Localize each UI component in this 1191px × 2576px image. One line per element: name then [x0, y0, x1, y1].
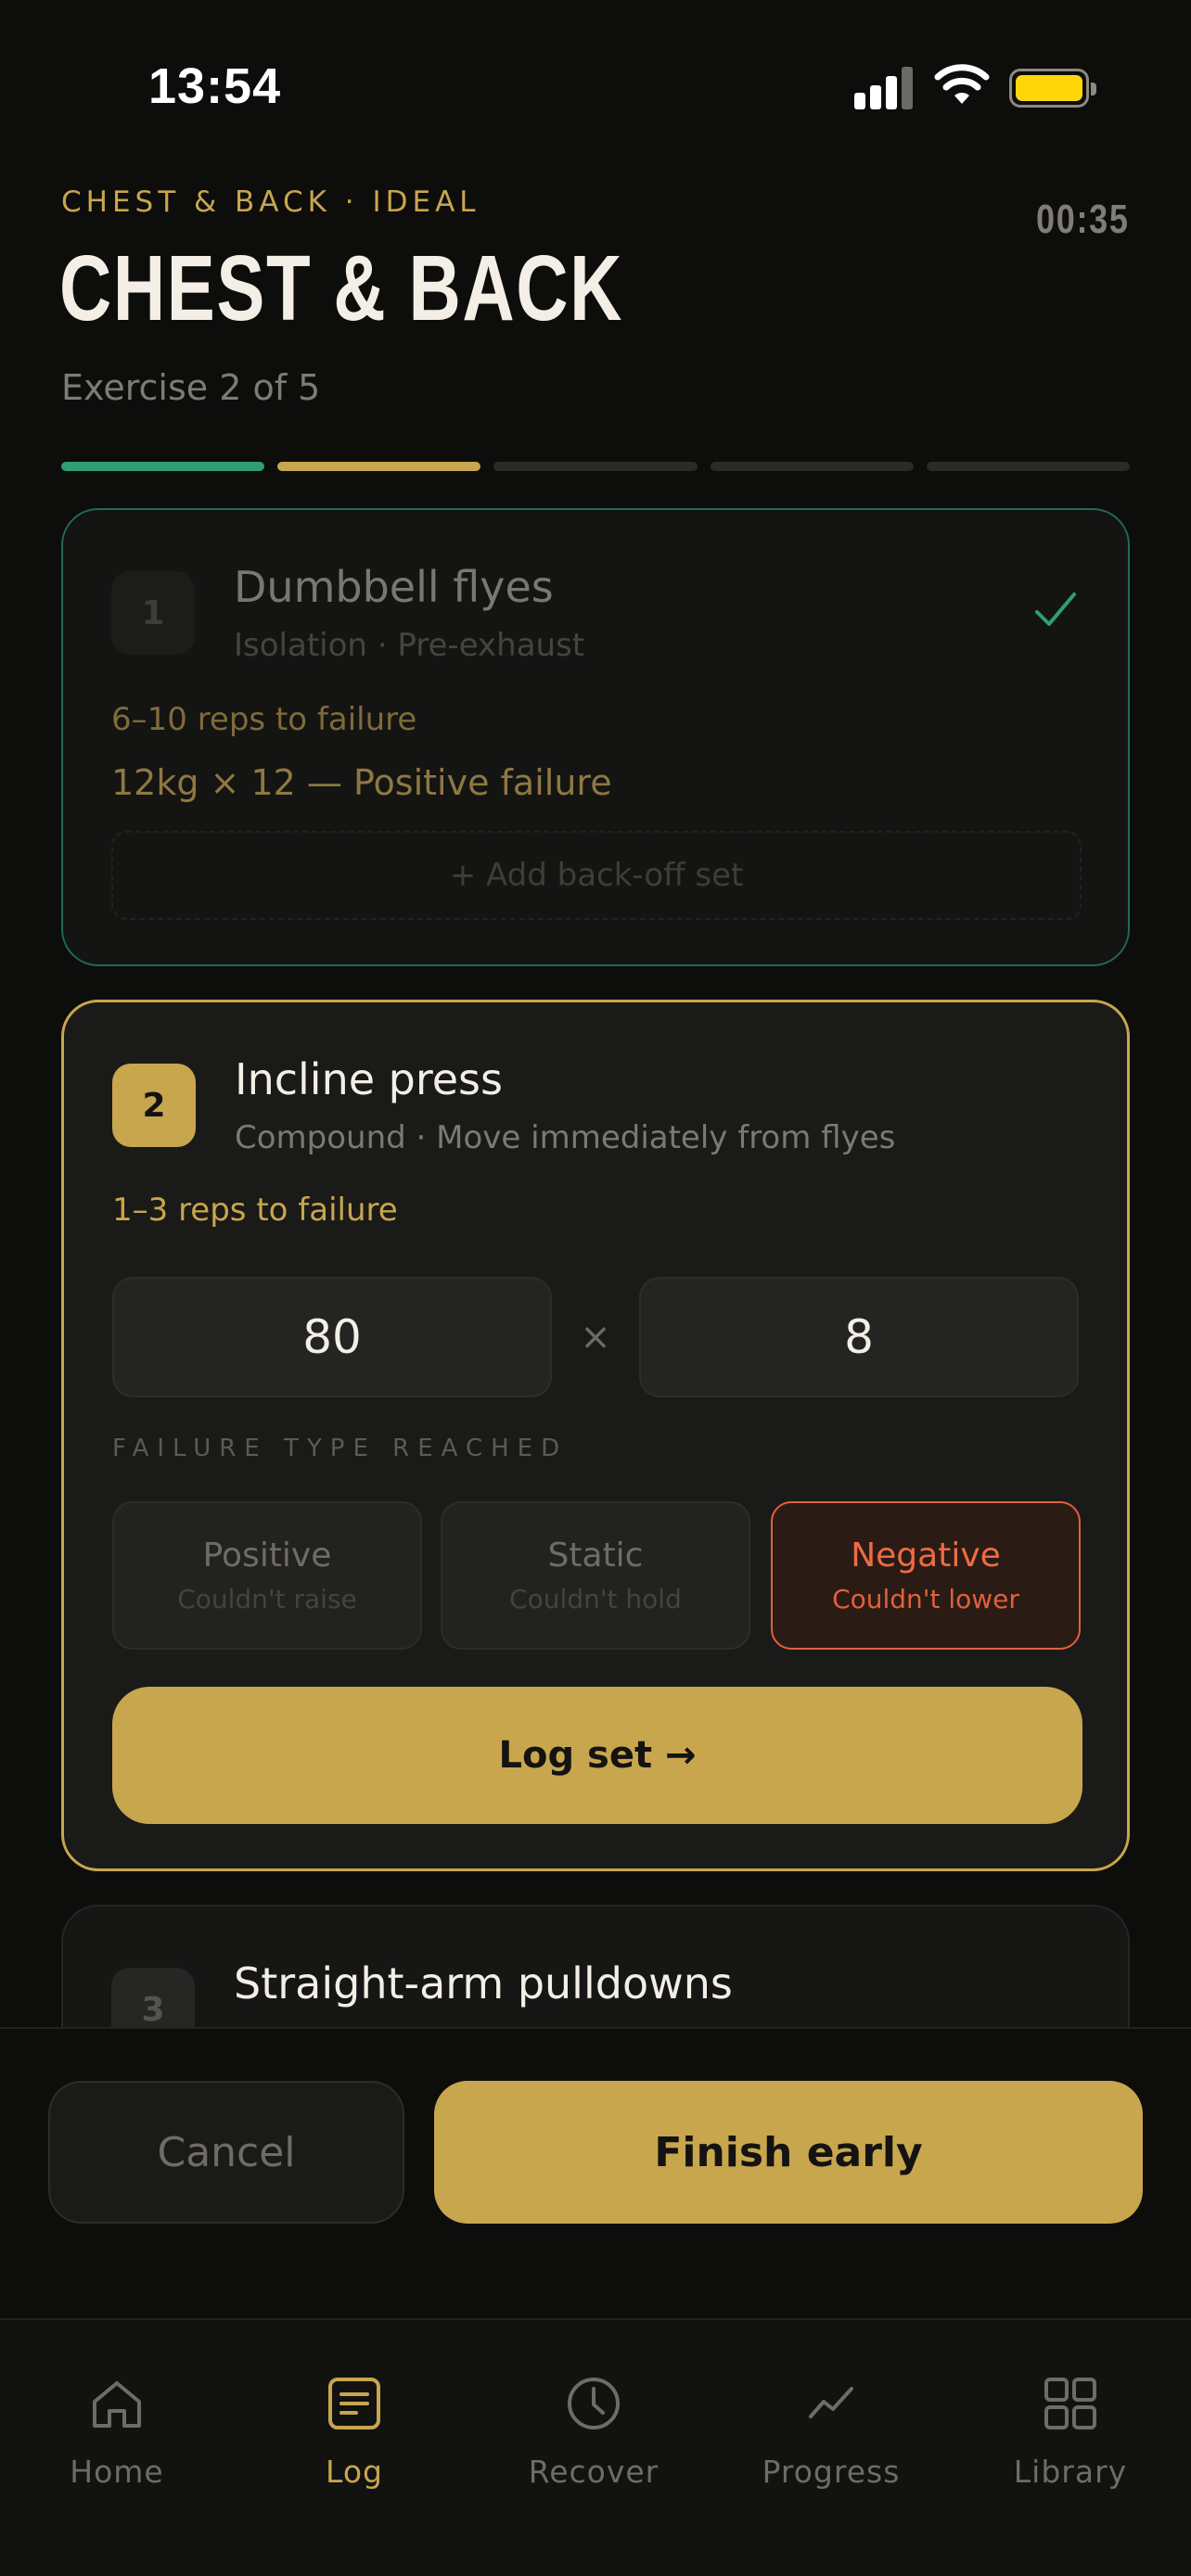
failure-type-label: FAILURE TYPE REACHED [112, 1435, 569, 1462]
times-symbol: × [580, 1316, 611, 1358]
wifi-icon [934, 64, 990, 104]
grid-icon [1044, 2378, 1096, 2429]
exercise-counter: Exercise 2 of 5 [61, 367, 321, 408]
tab-recover[interactable]: Recover [492, 2374, 696, 2504]
failure-type-title: Positive [202, 1537, 332, 1575]
exercise-name: Straight-arm pulldowns [234, 1958, 733, 2009]
exercise-card-completed[interactable]: 1 Dumbbell flyes Isolation · Pre-exhaust… [61, 508, 1130, 966]
tab-home[interactable]: Home [15, 2374, 219, 2504]
exercise-meta: Compound · Move immediately from flyes [235, 1119, 896, 1156]
tab-label: Library [1013, 2454, 1128, 2490]
tab-label: Recover [528, 2454, 660, 2490]
progress-segment [926, 462, 1131, 471]
tab-progress[interactable]: Progress [729, 2374, 933, 2504]
status-time: 13:54 [148, 58, 282, 114]
page-title: CHEST & BACK [59, 236, 624, 340]
check-icon [1035, 593, 1076, 626]
log-set-button[interactable]: Log set → [112, 1687, 1082, 1824]
add-back-off-set-button[interactable]: + Add back-off set [111, 831, 1082, 920]
failure-type-desc: Couldn't hold [509, 1584, 682, 1614]
logged-set: 12kg × 12 — Positive failure [111, 762, 612, 803]
failure-type-negative[interactable]: Negative Couldn't lower [771, 1501, 1081, 1650]
progress-segment [61, 462, 265, 471]
failure-type-title: Static [547, 1537, 644, 1575]
battery-icon [1009, 69, 1096, 108]
failure-type-title: Negative [851, 1537, 1001, 1575]
progress-segment [493, 462, 698, 471]
finish-early-button[interactable]: Finish early [434, 2081, 1143, 2224]
trend-icon [809, 2387, 853, 2418]
exercise-number: 1 [111, 571, 195, 655]
tab-label: Home [70, 2454, 164, 2490]
home-icon [93, 2381, 141, 2428]
tab-label: Log [326, 2454, 383, 2490]
action-bar: Cancel Finish early [0, 2027, 1191, 2318]
clipboard-icon [328, 2378, 380, 2429]
workout-eyebrow: CHEST & BACK · IDEAL [61, 185, 480, 219]
exercise-name: Incline press [235, 1054, 503, 1104]
failure-type-positive[interactable]: Positive Couldn't raise [112, 1501, 422, 1650]
clock-icon [568, 2378, 620, 2429]
rep-target: 1–3 reps to failure [112, 1192, 398, 1229]
progress-segment [277, 462, 481, 471]
exercise-meta: Isolation · Pre-exhaust [234, 627, 585, 664]
progress-segment [710, 462, 914, 471]
exercise-number: 2 [112, 1064, 196, 1147]
exercise-name: Dumbbell flyes [234, 562, 554, 612]
reps-input[interactable]: 8 [639, 1277, 1079, 1397]
cancel-button[interactable]: Cancel [48, 2081, 404, 2224]
exercise-card-active: 2 Incline press Compound · Move immediat… [61, 1000, 1130, 1871]
tab-bar: Home Log Recover Progress Library [0, 2318, 1191, 2576]
rep-target: 6–10 reps to failure [111, 701, 417, 738]
tab-library[interactable]: Library [968, 2374, 1172, 2504]
cellular-signal-icon [854, 67, 914, 109]
tab-log[interactable]: Log [252, 2374, 456, 2504]
workout-timer: 00:35 [1036, 197, 1130, 242]
failure-type-static[interactable]: Static Couldn't hold [441, 1501, 750, 1650]
weight-input[interactable]: 80 [112, 1277, 552, 1397]
status-bar: 13:54 [0, 0, 1191, 139]
exercise-progress [61, 462, 1131, 471]
failure-type-desc: Couldn't raise [177, 1584, 357, 1614]
failure-type-desc: Couldn't lower [832, 1584, 1019, 1614]
tab-label: Progress [762, 2454, 901, 2490]
